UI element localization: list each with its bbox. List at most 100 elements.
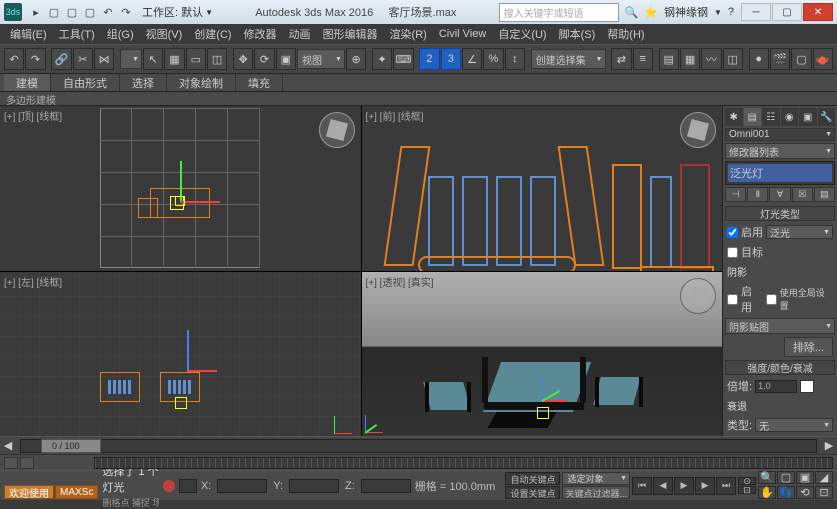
tab-modify-icon[interactable]: ▤: [744, 108, 762, 126]
mirror-button[interactable]: ⇄: [611, 48, 631, 70]
titlebar-save-icon[interactable]: ▢: [82, 4, 98, 20]
scale-button[interactable]: ▣: [276, 48, 296, 70]
subscription-icon[interactable]: ⭐: [644, 6, 658, 19]
time-slider[interactable]: ◀ 0 / 100 ▶: [0, 436, 837, 454]
rollout-light-type[interactable]: 灯光类型: [725, 206, 835, 221]
select-region-button[interactable]: ▭: [186, 48, 206, 70]
modifier-dropdown[interactable]: 修改器列表: [725, 143, 835, 159]
angle-snap-button[interactable]: ∠: [462, 48, 482, 70]
anim-gotostart-icon[interactable]: ⏮: [632, 477, 652, 495]
menu-view[interactable]: 视图(V): [140, 24, 189, 44]
menu-civilview[interactable]: Civil View: [433, 26, 492, 42]
tab-motion-icon[interactable]: ◉: [781, 108, 799, 126]
stack-unique-icon[interactable]: ∀: [769, 187, 790, 202]
nav-pan-icon[interactable]: ✋: [758, 486, 776, 499]
titlebar-open-icon[interactable]: ▢: [64, 4, 80, 20]
layer-button[interactable]: ▤: [659, 48, 679, 70]
viewport-left[interactable]: [+] [左] [线框]: [0, 272, 361, 437]
viewport-top[interactable]: [+] [顶] [线框]: [0, 106, 361, 271]
snap-3d-button[interactable]: 3: [441, 48, 461, 70]
keyboard-shortcut-button[interactable]: ⌨: [393, 48, 413, 70]
titlebar-redo-icon[interactable]: ↷: [118, 4, 134, 20]
ref-coord-dropdown[interactable]: 视图: [297, 49, 345, 69]
menu-animation[interactable]: 动画: [283, 24, 317, 44]
render-frame-button[interactable]: ▢: [791, 48, 811, 70]
coord-y-field[interactable]: [289, 479, 339, 493]
close-button[interactable]: ✕: [803, 3, 833, 21]
stack-config-icon[interactable]: ▤: [814, 187, 835, 202]
percent-snap-button[interactable]: %: [483, 48, 503, 70]
rotate-button[interactable]: ⟳: [254, 48, 274, 70]
window-crossing-button[interactable]: ◫: [207, 48, 227, 70]
viewcube-icon[interactable]: [319, 112, 355, 148]
titlebar-tool-icon[interactable]: ▸: [28, 4, 44, 20]
tab-hierarchy-icon[interactable]: ☷: [762, 108, 780, 126]
menu-group[interactable]: 组(G): [101, 24, 140, 44]
menu-rendering[interactable]: 渲染(R): [384, 24, 433, 44]
manipulate-button[interactable]: ✦: [372, 48, 392, 70]
select-button[interactable]: ↖: [143, 48, 163, 70]
modifier-stack[interactable]: 泛光灯: [725, 161, 835, 185]
render-button[interactable]: 🫖: [813, 48, 833, 70]
menu-tools[interactable]: 工具(T): [53, 24, 101, 44]
material-editor-button[interactable]: ●: [749, 48, 769, 70]
viewport-perspective[interactable]: [+] [透视] [真实]: [362, 272, 723, 437]
nav-zoomext-icon[interactable]: ▣: [796, 471, 814, 484]
time-next-icon[interactable]: ▶: [821, 439, 837, 452]
viewport-top-label[interactable]: [+] [顶] [线框]: [4, 108, 62, 123]
select-name-button[interactable]: ▦: [164, 48, 184, 70]
nav-walk-icon[interactable]: 👣: [777, 486, 795, 499]
time-prev-icon[interactable]: ◀: [0, 439, 16, 452]
track-curve-icon[interactable]: [20, 457, 34, 469]
color-swatch[interactable]: [800, 380, 814, 393]
rollout-intensity[interactable]: 强度/颜色/衰减: [725, 360, 835, 375]
viewport-front-label[interactable]: [+] [前] [线框]: [366, 108, 424, 123]
menu-create[interactable]: 创建(C): [188, 24, 237, 44]
nav-zoomall-icon[interactable]: ▢: [777, 471, 795, 484]
help-search-input[interactable]: 搜入关键字或短语: [499, 3, 619, 22]
schematic-button[interactable]: ◫: [723, 48, 743, 70]
anim-gotoend-icon[interactable]: ⏭: [716, 477, 736, 495]
user-name[interactable]: 钢神缘钢: [664, 4, 708, 20]
bind-spacewarp-button[interactable]: ⋈: [94, 48, 114, 70]
menu-customize[interactable]: 自定义(U): [492, 24, 552, 44]
ribbon-tab-objectpaint[interactable]: 对象绘制: [167, 74, 236, 91]
key-target-dropdown[interactable]: 选定对象: [562, 472, 630, 485]
light-enable-checkbox[interactable]: [727, 227, 738, 238]
viewport-left-label[interactable]: [+] [左] [线框]: [4, 274, 62, 289]
ribbon-tab-selection[interactable]: 选择: [120, 74, 167, 91]
anim-timeconfig-icon[interactable]: ⊡: [738, 486, 756, 494]
modifier-item[interactable]: 泛光灯: [728, 164, 832, 182]
tab-display-icon[interactable]: ▣: [799, 108, 817, 126]
anim-prev-icon[interactable]: ◀: [653, 477, 673, 495]
exclude-button[interactable]: 排除...: [784, 337, 833, 357]
isolate-icon[interactable]: [179, 479, 197, 493]
nav-zoom-icon[interactable]: 🔍: [758, 471, 776, 484]
viewcube-icon[interactable]: [680, 278, 716, 314]
light-type-dropdown[interactable]: 泛光: [766, 225, 833, 239]
menu-edit[interactable]: 编辑(E): [4, 24, 53, 44]
setkey-button[interactable]: 设置关键点: [505, 486, 560, 499]
track-bar[interactable]: [0, 454, 837, 470]
nav-fov-icon[interactable]: ◢: [815, 471, 833, 484]
ribbon-tab-populate[interactable]: 填充: [236, 74, 283, 91]
anim-play-icon[interactable]: ▶: [674, 477, 694, 495]
spinner-snap-button[interactable]: ↕: [505, 48, 525, 70]
ribbon-panel-label[interactable]: 多边形建模: [0, 92, 837, 106]
render-setup-button[interactable]: 🎬: [770, 48, 790, 70]
viewport-front[interactable]: [+] [前] [线框]: [362, 106, 723, 271]
target-checkbox[interactable]: [727, 247, 738, 258]
time-slider-handle[interactable]: 0 / 100: [41, 439, 101, 453]
stack-show-icon[interactable]: Ⅱ: [747, 187, 768, 202]
search-icon[interactable]: 🔍: [625, 6, 639, 19]
script-lock-icon[interactable]: [163, 480, 175, 492]
status-tab-maxscript[interactable]: MAXSc: [55, 485, 98, 499]
ribbon-tab-modeling[interactable]: 建模: [4, 74, 51, 91]
shadow-type-dropdown[interactable]: 阴影贴图: [725, 318, 835, 334]
track-scale[interactable]: [94, 457, 833, 469]
decay-type-dropdown[interactable]: 无: [755, 418, 833, 432]
nav-maximize-icon[interactable]: ⊡: [815, 486, 833, 499]
undo-button[interactable]: ↶: [4, 48, 24, 70]
nav-orbit-icon[interactable]: ⟲: [796, 486, 814, 499]
menu-modifiers[interactable]: 修改器: [238, 24, 283, 44]
